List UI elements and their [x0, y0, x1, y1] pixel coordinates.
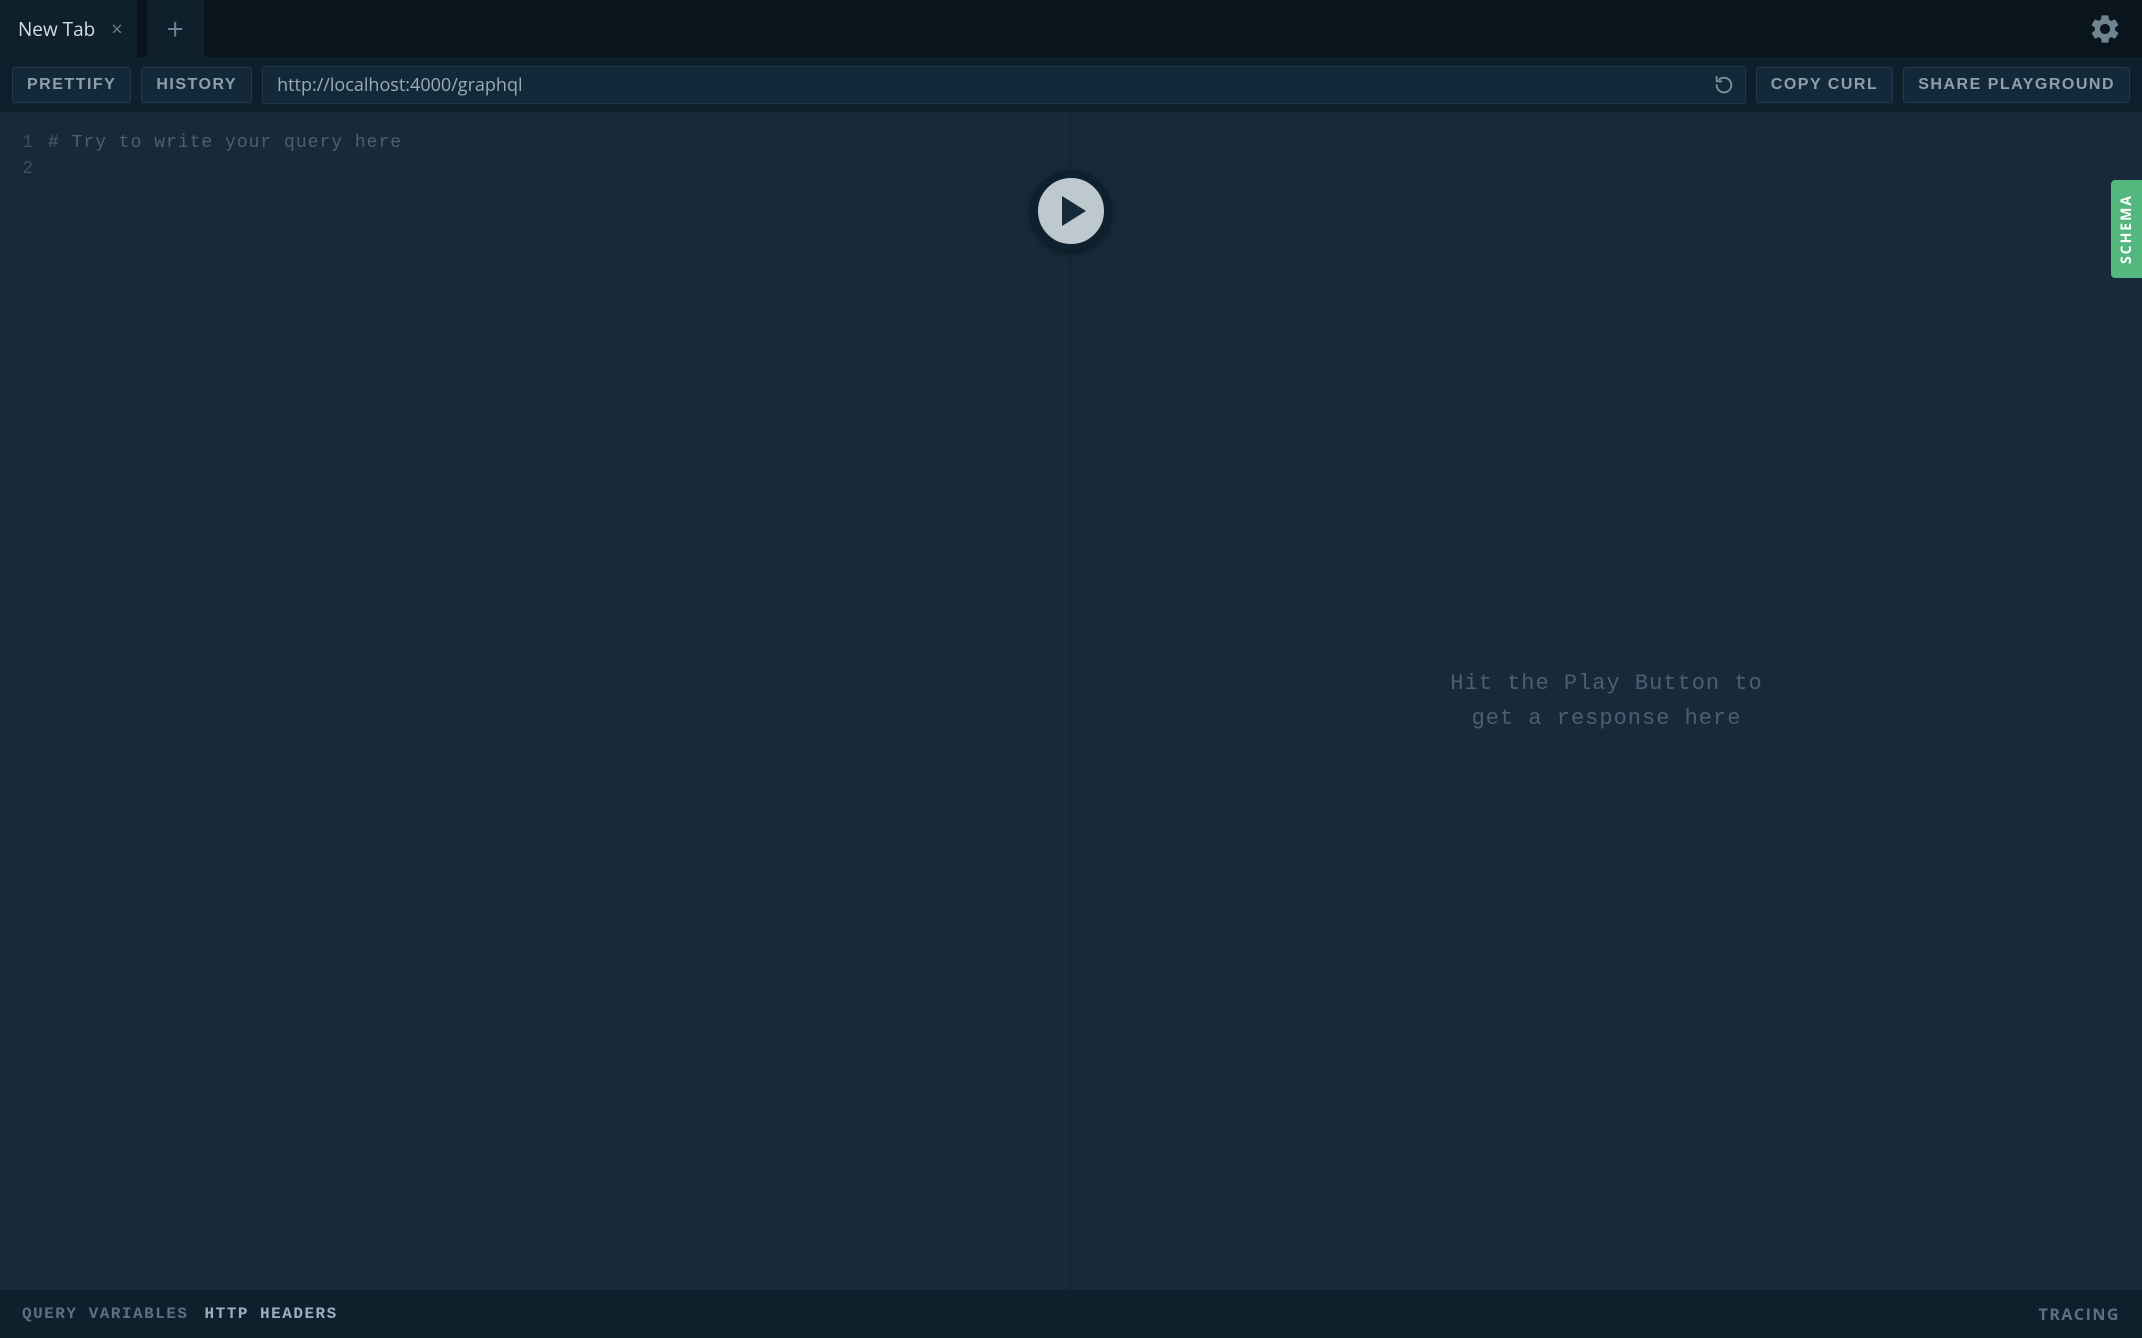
settings-button[interactable] — [2088, 12, 2122, 46]
reload-button[interactable] — [1713, 74, 1735, 96]
response-bottom-tabs: TRACING — [1071, 1290, 2142, 1338]
history-button[interactable]: HISTORY — [141, 67, 252, 103]
execute-button[interactable] — [1030, 170, 1112, 252]
gear-icon — [2088, 12, 2122, 46]
tab-http-headers[interactable]: HTTP HEADERS — [205, 1305, 338, 1323]
code-line: # Try to write your query here — [48, 130, 1070, 156]
tab-label: New Tab — [18, 16, 95, 42]
response-placeholder: Hit the Play Button to get a response he… — [1450, 666, 1762, 736]
code-lines: # Try to write your query here — [48, 130, 1070, 1290]
toolbar: PRETTIFY HISTORY COPY CURL SHARE PLAYGRO… — [0, 57, 2142, 112]
response-pane: Hit the Play Button to get a response he… — [1071, 112, 2142, 1338]
share-playground-button[interactable]: SHARE PLAYGROUND — [1903, 67, 2130, 103]
tab-query-variables[interactable]: QUERY VARIABLES — [22, 1305, 189, 1323]
line-gutter: 1 2 — [0, 130, 48, 1290]
copy-curl-button[interactable]: COPY CURL — [1756, 67, 1893, 103]
editor-bottom-tabs: QUERY VARIABLES HTTP HEADERS — [0, 1290, 1070, 1338]
code-line — [48, 156, 1070, 182]
add-tab-button[interactable]: + — [147, 0, 204, 57]
query-editor-pane: 1 2 # Try to write your query here QUERY… — [0, 112, 1071, 1338]
reload-icon — [1713, 74, 1735, 96]
response-body: Hit the Play Button to get a response he… — [1071, 112, 2142, 1290]
endpoint-input[interactable] — [277, 73, 1713, 97]
main-split: 1 2 # Try to write your query here QUERY… — [0, 112, 2142, 1338]
app-root: New Tab × + PRETTIFY HISTORY COPY CURL S… — [0, 0, 2142, 1338]
query-editor[interactable]: 1 2 # Try to write your query here — [0, 112, 1070, 1290]
plus-icon: + — [167, 8, 184, 49]
schema-tab[interactable]: SCHEMA — [2111, 180, 2142, 278]
tab-active[interactable]: New Tab × — [0, 0, 137, 57]
endpoint-field-wrap — [262, 66, 1746, 104]
line-number: 1 — [0, 130, 34, 156]
line-number: 2 — [0, 156, 34, 182]
tab-tracing[interactable]: TRACING — [2039, 1303, 2120, 1325]
prettify-button[interactable]: PRETTIFY — [12, 67, 131, 103]
close-icon[interactable]: × — [111, 19, 122, 39]
tab-bar: New Tab × + — [0, 0, 2142, 57]
